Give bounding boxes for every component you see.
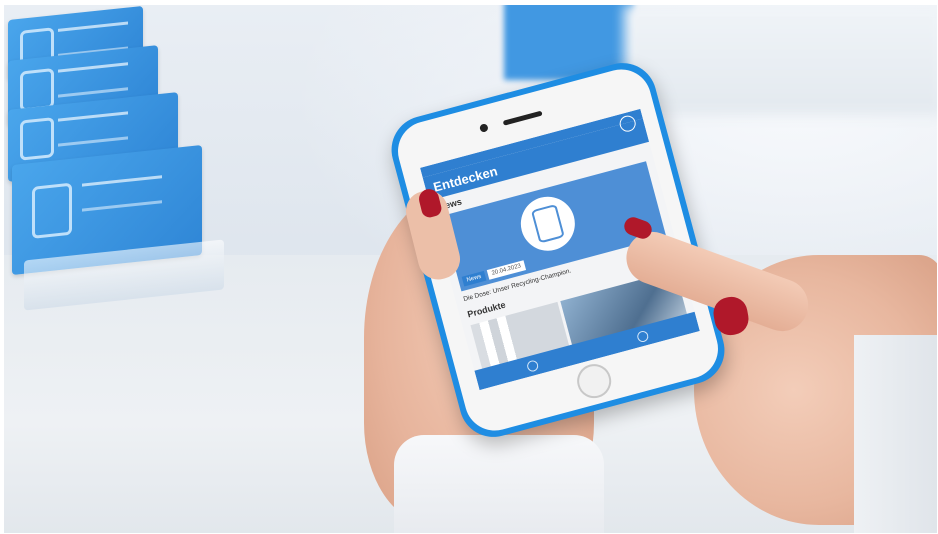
home-button[interactable]	[573, 360, 615, 402]
card-text-lines	[82, 175, 162, 212]
left-sleeve	[394, 435, 604, 533]
tab-settings-icon[interactable]	[635, 329, 649, 343]
tab-discover-icon[interactable]	[525, 358, 539, 373]
background-window-light	[624, 5, 937, 115]
photo-frame: Entdecken News News 20.04.2023 Die Dose:…	[4, 5, 937, 533]
card-logo-icon	[20, 117, 54, 161]
can-icon	[530, 203, 565, 244]
right-sleeve	[854, 335, 937, 533]
card-text-lines	[58, 111, 128, 147]
front-camera-icon	[479, 123, 489, 133]
business-card-holder	[4, 5, 234, 325]
earpiece-speaker	[502, 110, 543, 126]
card-text-lines	[58, 62, 128, 98]
news-badge: News	[461, 270, 487, 287]
card-logo-icon	[32, 182, 72, 239]
can-illustration	[514, 190, 581, 257]
